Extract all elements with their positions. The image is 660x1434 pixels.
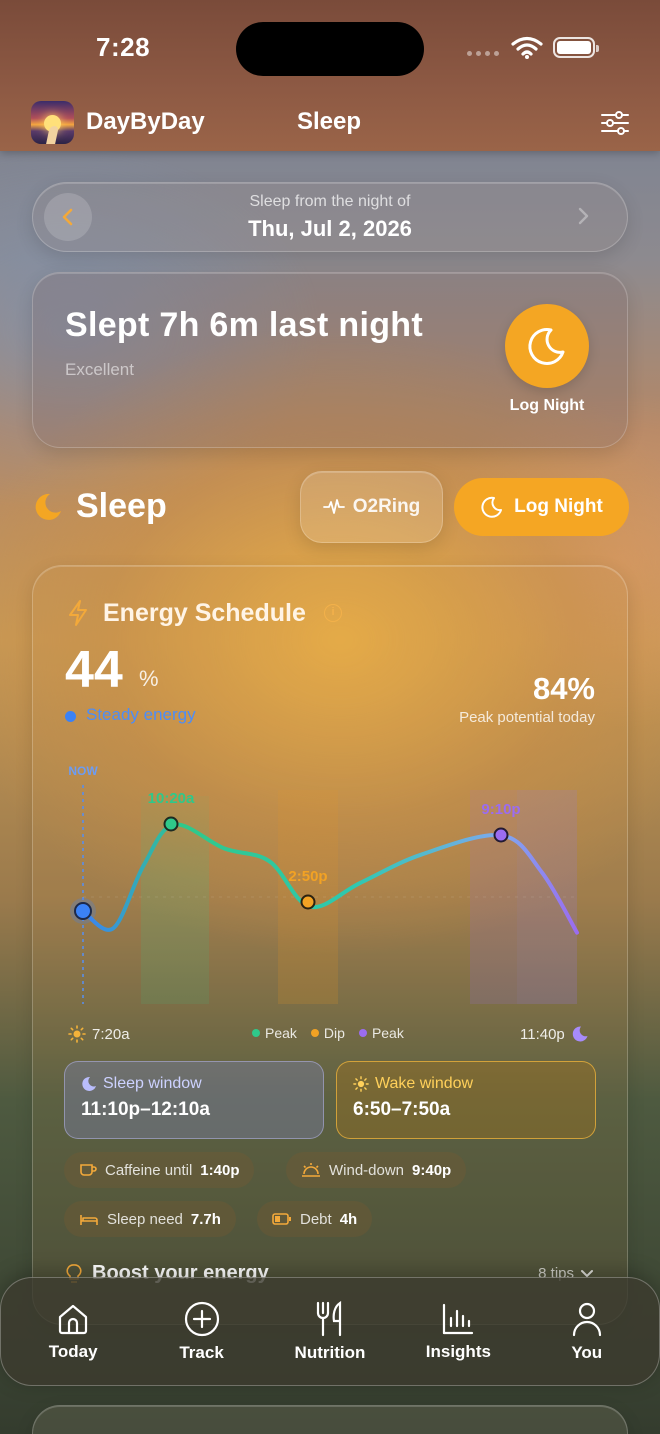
dip-marker — [300, 894, 316, 910]
battery-low-icon — [272, 1213, 291, 1225]
sleep-debt-label: Debt — [300, 1210, 332, 1228]
person-icon — [572, 1302, 601, 1336]
wind-down-chip: Wind-down 9:40p — [286, 1152, 467, 1188]
moon-icon — [572, 1026, 588, 1042]
tab-insights-label: Insights — [425, 1341, 491, 1361]
sleep-debt-value: 4h — [339, 1210, 358, 1228]
moon-icon — [82, 1076, 96, 1091]
end-time: 11:40p — [520, 1025, 565, 1043]
tab-today[interactable]: Today — [13, 1302, 133, 1362]
now-label: NOW — [68, 764, 98, 778]
sun-icon — [68, 1025, 86, 1043]
bed-icon — [80, 1215, 98, 1225]
sleep-need-label: Sleep need — [107, 1210, 183, 1228]
sleep-need-value: 7.7h — [190, 1210, 221, 1228]
tab-nutrition-label: Nutrition — [294, 1342, 366, 1362]
tab-you[interactable]: You — [527, 1301, 647, 1363]
tab-today-label: Today — [48, 1341, 98, 1361]
tab-track-label: Track — [179, 1342, 224, 1362]
peak-morning-marker — [163, 816, 179, 832]
dip-label: 2:50p — [288, 868, 327, 885]
legend-dip: Dip — [310, 1025, 345, 1041]
now-marker — [74, 902, 92, 920]
sunset-icon — [302, 1163, 320, 1177]
wind-down-label: Wind-down — [329, 1161, 405, 1179]
start-time: 7:20a — [92, 1025, 130, 1043]
tab-track[interactable]: Track — [142, 1301, 262, 1363]
peak-evening-marker — [493, 827, 509, 843]
chart-legend: Peak Dip Peak — [252, 1025, 404, 1041]
coffee-cup-icon — [80, 1164, 97, 1176]
fork-knife-icon — [316, 1300, 342, 1336]
sun-icon — [353, 1076, 369, 1092]
caffeine-chip: Caffeine until 1:40p — [64, 1152, 255, 1188]
axis-start: 7:20a — [68, 1025, 130, 1043]
caffeine-label: Caffeine until — [105, 1161, 193, 1179]
axis-end: 11:40p — [520, 1025, 589, 1043]
sleep-debt-chip: Debt 4h — [257, 1201, 373, 1237]
tab-insights[interactable]: Insights — [398, 1302, 518, 1362]
wake-window-value: 6:50–7:50a — [353, 1099, 451, 1120]
plus-circle-icon — [184, 1301, 219, 1336]
legend-peak-evening: Peak — [358, 1025, 404, 1041]
tab-nutrition[interactable]: Nutrition — [270, 1300, 390, 1363]
peak-evening-label: 9:10p — [481, 801, 520, 818]
bar-chart-icon — [443, 1303, 474, 1334]
tab-bar: Today Track Nutrition Insights You — [0, 1277, 660, 1386]
wake-window-label: Wake window — [375, 1075, 474, 1092]
wind-down-value: 9:40p — [412, 1161, 452, 1179]
sleep-window[interactable]: Sleep window 11:10p–12:10a — [64, 1061, 324, 1139]
sleep-need-chip: Sleep need 7.7h — [64, 1201, 236, 1237]
sleep-window-label: Sleep window — [103, 1075, 202, 1092]
sleep-window-value: 11:10p–12:10a — [81, 1099, 210, 1120]
legend-peak: Peak — [252, 1025, 297, 1041]
next-card — [32, 1405, 628, 1434]
peak-morning-label: 10:20a — [148, 790, 195, 807]
caffeine-value: 1:40p — [200, 1161, 240, 1179]
home-icon — [59, 1304, 88, 1334]
wake-window[interactable]: Wake window 6:50–7:50a — [336, 1061, 596, 1139]
tab-you-label: You — [571, 1342, 603, 1362]
